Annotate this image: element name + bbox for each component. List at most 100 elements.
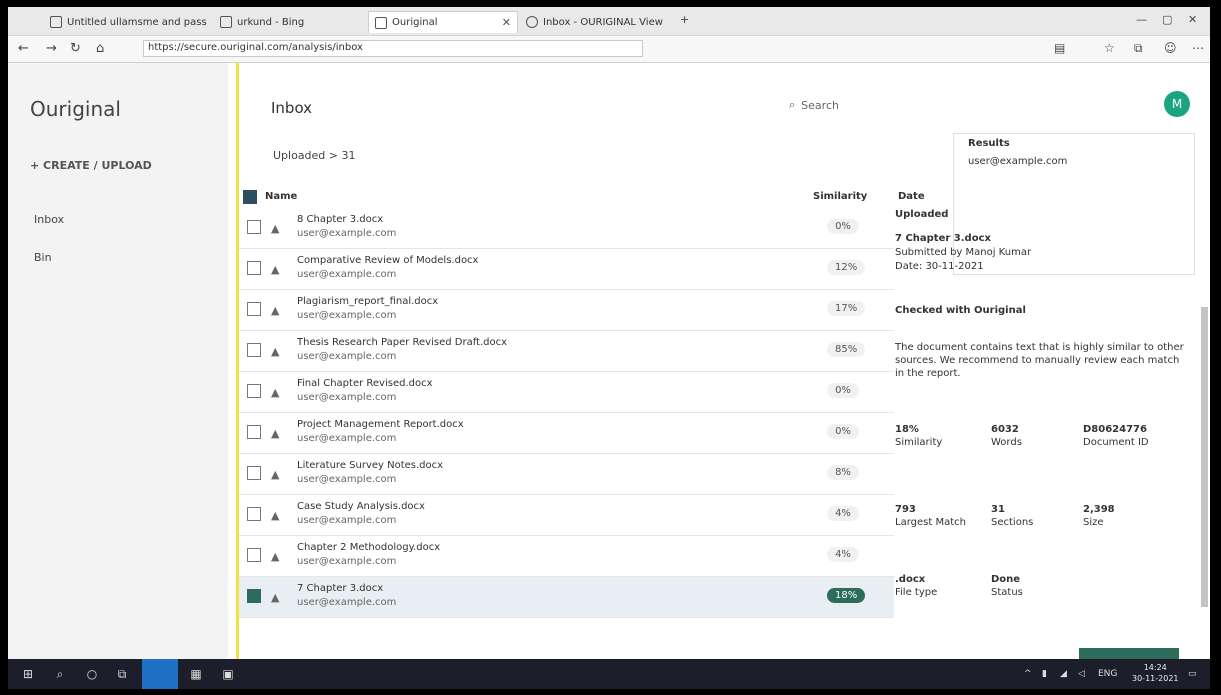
tab-1[interactable]: Untitled ullamsme and pass [44, 11, 212, 33]
avatar[interactable]: M [1164, 91, 1190, 117]
similarity-badge: 12% [827, 260, 866, 275]
section-title: Checked with Ouriginal [895, 305, 1026, 316]
address-input[interactable]: https://secure.ouriginal.com/analysis/in… [143, 40, 643, 57]
document-list: ▲ 8 Chapter 3.docx user@example.com 0% ▲… [239, 208, 894, 618]
warning-icon: ▲ [271, 509, 280, 522]
similarity-badge: 18% [827, 588, 866, 603]
status-line: Date: 30-11-2021 [895, 261, 984, 272]
more-icon[interactable]: ⋯ [1192, 41, 1204, 55]
warning-icon: ▲ [271, 263, 280, 276]
reader-icon[interactable]: ▤ [1054, 41, 1065, 55]
select-all-checkbox[interactable] [243, 190, 257, 204]
warning-icon: ▲ [271, 222, 280, 235]
search-box[interactable]: ⌕ Search [789, 94, 989, 116]
list-header: Name Similarity Date [243, 188, 925, 206]
address-bar-row: ← → ↻ ⌂ https://secure.ouriginal.com/ana… [8, 36, 1210, 63]
row-checkbox[interactable] [247, 548, 261, 562]
table-row-selected[interactable]: ▲ 7 Chapter 3.docx user@example.com 18% [239, 577, 894, 618]
notification-icon[interactable]: ▭ [1188, 669, 1197, 679]
back-icon[interactable]: ← [18, 41, 29, 56]
table-row[interactable]: ▲ Literature Survey Notes.docx user@exam… [239, 454, 894, 495]
row-checkbox[interactable] [247, 384, 261, 398]
document-details-panel: Results user@example.com Uploaded 7 Chap… [895, 133, 1195, 633]
search-input[interactable]: Search [801, 99, 839, 112]
tray-chevron-icon[interactable]: ^ [1024, 669, 1032, 679]
word-icon[interactable]: ▣ [220, 666, 236, 682]
close-window-button[interactable]: ✕ [1188, 13, 1197, 26]
stat-largest-match: 793 Largest Match [895, 504, 966, 528]
table-row[interactable]: ▲ Comparative Review of Models.docx user… [239, 249, 894, 290]
warning-icon: ▲ [271, 427, 280, 440]
mail-icon [50, 16, 62, 28]
column-similarity[interactable]: Similarity [813, 191, 867, 202]
search-icon: ⌕ [789, 98, 796, 111]
edge-taskbar-icon[interactable] [142, 659, 178, 689]
maximize-button[interactable]: ▢ [1162, 13, 1172, 26]
volume-icon[interactable]: ◁ [1078, 669, 1085, 679]
search-icon[interactable]: ⌕ [52, 666, 68, 682]
profile-icon[interactable]: ☺ [1164, 41, 1177, 55]
table-row[interactable]: ▲ Final Chapter Revised.docx user@exampl… [239, 372, 894, 413]
table-row[interactable]: ▲ Plagiarism_report_final.docx user@exam… [239, 290, 894, 331]
favorite-icon[interactable]: ☆ [1104, 41, 1115, 55]
home-icon[interactable]: ⌂ [96, 41, 104, 56]
row-checkbox[interactable] [247, 507, 261, 521]
cortana-icon[interactable]: ○ [84, 666, 100, 682]
refresh-icon[interactable]: ↻ [70, 41, 81, 56]
file-name: Plagiarism_report_final.docx [297, 296, 439, 307]
file-name: Chapter 2 Methodology.docx [297, 542, 441, 553]
table-row[interactable]: ▲ Project Management Report.docx user@ex… [239, 413, 894, 454]
sidebar-item-bin[interactable]: Bin [34, 251, 52, 264]
row-checkbox[interactable] [247, 343, 261, 357]
row-checkbox[interactable] [247, 261, 261, 275]
warning-icon: ▲ [271, 550, 280, 563]
card-email: user@example.com [968, 156, 1068, 167]
task-view-icon[interactable]: ⧉ [114, 666, 130, 682]
windows-start-icon[interactable]: ⊞ [20, 666, 36, 682]
table-row[interactable]: ▲ 8 Chapter 3.docx user@example.com 0% [239, 208, 894, 249]
warning-icon: ▲ [271, 304, 280, 317]
file-name: Comparative Review of Models.docx [297, 255, 479, 266]
warning-icon: ▲ [271, 468, 280, 481]
row-checkbox[interactable] [247, 466, 261, 480]
file-name: 8 Chapter 3.docx [297, 214, 384, 225]
tab-4[interactable]: Inbox - OURIGINAL View [520, 11, 670, 33]
row-checkbox[interactable] [247, 220, 261, 234]
language-indicator[interactable]: ENG [1098, 669, 1117, 679]
file-explorer-icon[interactable]: ▦ [188, 666, 204, 682]
submitter-email: user@example.com [297, 515, 397, 526]
file-name: Project Management Report.docx [297, 419, 464, 430]
row-checkbox[interactable] [247, 302, 261, 316]
tab-2[interactable]: urkund - Bing [214, 11, 364, 33]
close-tab-icon[interactable]: ✕ [502, 16, 511, 29]
minimize-button[interactable]: — [1136, 13, 1147, 26]
tab-3-active[interactable]: Ouriginal ✕ [368, 11, 518, 33]
submitter-email: user@example.com [297, 228, 397, 239]
submitter-email: user@example.com [297, 433, 397, 444]
sidebar-item-inbox[interactable]: Inbox [34, 213, 64, 226]
scrollbar[interactable] [1201, 307, 1208, 607]
main-panel: Inbox Uploaded > 31 ⌕ Search M Name Simi… [239, 63, 1210, 662]
submitter-email: user@example.com [297, 351, 397, 362]
collections-icon[interactable]: ⧉ [1134, 41, 1143, 56]
new-tab-button[interactable]: + [680, 13, 689, 26]
breadcrumb[interactable]: Uploaded > 31 [273, 149, 356, 162]
table-row[interactable]: ▲ Case Study Analysis.docx user@example.… [239, 495, 894, 536]
submitter-email: user@example.com [297, 392, 397, 403]
column-name[interactable]: Name [265, 191, 297, 202]
row-checkbox-checked[interactable] [247, 589, 261, 603]
forward-icon[interactable]: → [46, 41, 57, 56]
table-row[interactable]: ▲ Chapter 2 Methodology.docx user@exampl… [239, 536, 894, 577]
submitter-email: user@example.com [297, 474, 397, 485]
create-upload-button[interactable]: + CREATE / UPLOAD [30, 159, 152, 172]
submitter-email: user@example.com [297, 310, 397, 321]
clock[interactable]: 14:24 30-11-2021 [1132, 662, 1179, 684]
card-title: Results [968, 138, 1010, 149]
similarity-badge: 0% [827, 383, 859, 398]
status-line: Submitted by Manoj Kumar [895, 247, 1032, 258]
network-icon[interactable]: ◢ [1060, 669, 1067, 679]
browser-window: Untitled ullamsme and pass urkund - Bing… [8, 7, 1210, 689]
row-checkbox[interactable] [247, 425, 261, 439]
uploaded-label: Uploaded [895, 209, 949, 220]
table-row[interactable]: ▲ Thesis Research Paper Revised Draft.do… [239, 331, 894, 372]
